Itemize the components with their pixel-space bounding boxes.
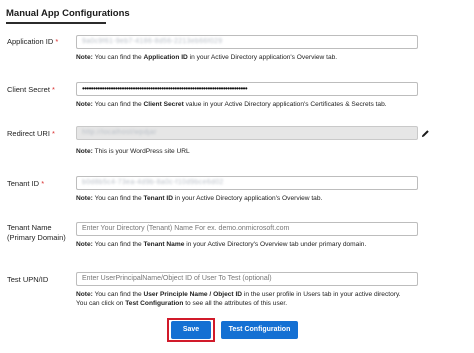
save-button[interactable]: Save <box>171 321 211 339</box>
test-upn-field[interactable]: Enter UserPrincipalName/Object ID of Use… <box>76 272 418 286</box>
tenant-name-field[interactable]: Enter Your Directory (Tenant) Name For e… <box>76 222 418 236</box>
manual-app-config-page: Manual App Configurations Application ID… <box>0 0 474 353</box>
tenant-id-label: Tenant ID * <box>7 179 45 188</box>
client-secret-label: Client Secret * <box>7 85 55 94</box>
client-secret-field[interactable]: ••••••••••••••••••••••••••••••••••••••••… <box>76 82 418 96</box>
title-underline <box>6 22 106 24</box>
application-id-label: Application ID * <box>7 37 59 46</box>
test-upn-label: Test UPN/ID <box>7 275 49 284</box>
tenant-name-note: Note: You can find the Tenant Name in yo… <box>76 241 367 248</box>
tenant-name-label: Tenant Name (Primary Domain) <box>7 223 66 242</box>
redirect-uri-field: http://localhost/wpdjar <box>76 126 418 140</box>
pencil-icon[interactable] <box>421 129 430 138</box>
application-id-field[interactable]: 9a0c9f61-9eb7-4186-8d56-2213eb66f029 <box>76 35 418 49</box>
tenant-id-note: Note: You can find the Tenant ID in your… <box>76 195 323 202</box>
client-secret-note: Note: You can find the Client Secret val… <box>76 101 387 108</box>
section-title: Manual App Configurations <box>6 8 130 19</box>
application-id-note: Note: You can find the Application ID in… <box>76 54 338 61</box>
test-upn-note: Note: You can find the User Principle Na… <box>76 291 401 307</box>
test-configuration-button[interactable]: Test Configuration <box>221 321 298 339</box>
redirect-uri-note: Note: This is your WordPress site URL <box>76 148 190 155</box>
redirect-uri-label: Redirect URI * <box>7 129 55 138</box>
tenant-id-field[interactable]: b0d8b5c4-73ea-4d9b-8a0c-f10d9bce6d02 <box>76 176 418 190</box>
